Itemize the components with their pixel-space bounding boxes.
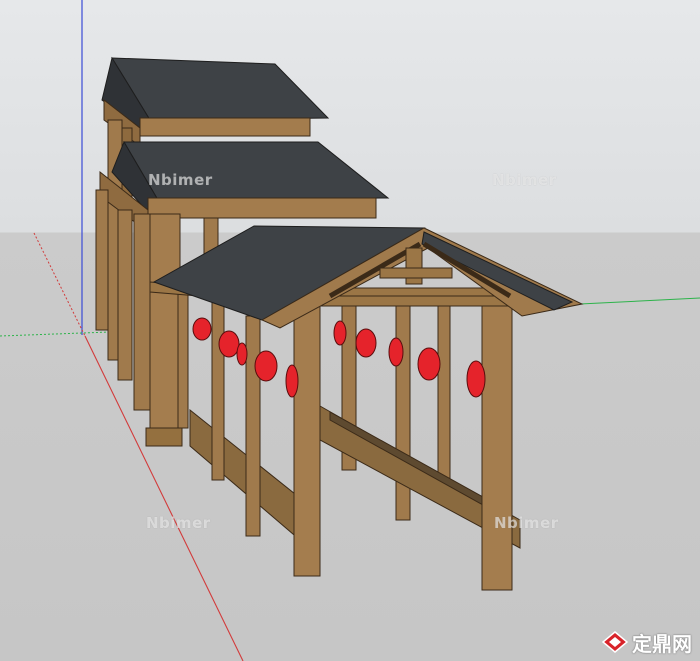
red-axis-dotted bbox=[33, 232, 86, 337]
watermark: Nbimer bbox=[492, 171, 557, 189]
lantern bbox=[254, 350, 278, 382]
lantern bbox=[355, 328, 377, 358]
lantern bbox=[388, 337, 404, 367]
lantern bbox=[218, 330, 240, 358]
watermark: Nbimer bbox=[148, 171, 213, 189]
front-pavilion bbox=[149, 225, 584, 591]
lantern bbox=[192, 317, 212, 341]
site-logo: 定鼎网 bbox=[602, 629, 692, 656]
watermark: Nbimer bbox=[494, 514, 559, 532]
lantern bbox=[285, 364, 299, 398]
sketchup-viewport[interactable]: Nbimer Nbimer Nbimer Nbimer 定鼎网 bbox=[0, 0, 700, 661]
corridor-3d-model bbox=[0, 0, 700, 661]
lantern bbox=[417, 347, 441, 381]
diamond-logo-icon bbox=[602, 631, 628, 653]
green-axis-right bbox=[579, 297, 700, 305]
lantern bbox=[466, 360, 486, 398]
lantern bbox=[236, 342, 248, 366]
watermark: Nbimer bbox=[146, 514, 211, 532]
lantern bbox=[333, 320, 347, 346]
logo-text: 定鼎网 bbox=[632, 631, 692, 656]
green-axis bbox=[0, 331, 111, 337]
